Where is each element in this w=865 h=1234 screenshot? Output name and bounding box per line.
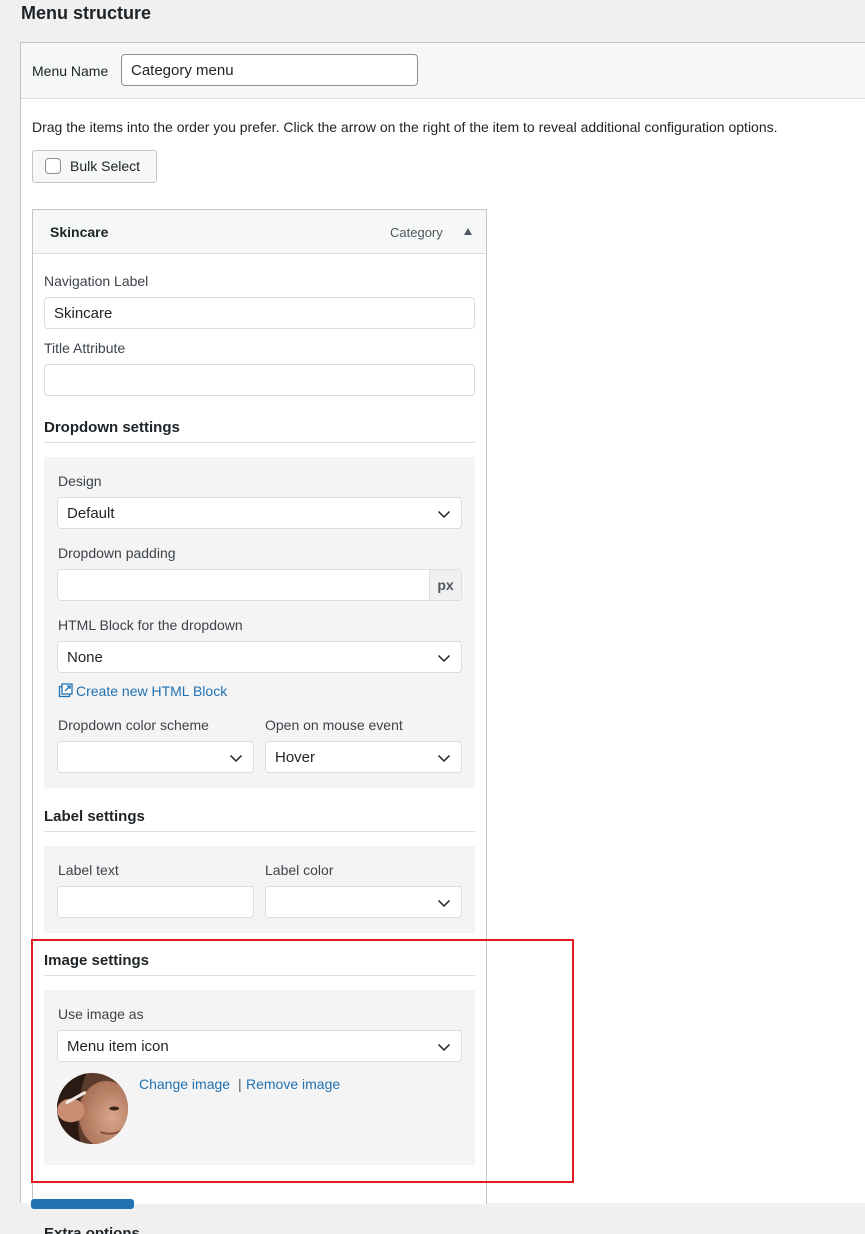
label-settings-panel: Label text Label color [44,846,475,933]
use-image-as-label: Use image as [58,1006,144,1022]
label-color-label: Label color [265,862,334,878]
link-separator: | [238,1076,242,1092]
label-settings-heading: Label settings [44,808,475,832]
menu-name-input[interactable] [121,54,418,86]
label-text-input[interactable] [57,886,254,918]
extra-options-heading: Extra options [44,1225,140,1234]
use-image-as-select[interactable]: Menu item icon [57,1030,462,1062]
chevron-down-icon [437,510,451,519]
dropdown-settings-heading: Dropdown settings [44,419,475,443]
title-attribute-label: Title Attribute [44,340,126,356]
save-menu-button[interactable] [31,1199,134,1209]
collapse-arrow-icon[interactable] [464,228,472,235]
menu-panel: Menu Name Drag the items into the order … [20,42,865,1234]
menu-item-header[interactable]: Skincare Category [33,210,486,254]
label-text-label: Label text [58,862,119,878]
bulk-select-button[interactable]: Bulk Select [32,150,157,183]
chevron-down-icon [437,754,451,763]
mouse-event-select-value: Hover [275,749,316,766]
design-select-value: Default [67,505,115,522]
mouse-event-label: Open on mouse event [265,717,403,733]
change-image-link[interactable]: Change image [139,1076,230,1092]
dropdown-settings-panel: Design Default Dropdown padding px HTML … [44,457,475,788]
px-unit-addon: px [429,570,461,600]
html-block-select[interactable]: None [57,641,462,673]
external-link-icon[interactable] [58,683,73,698]
title-attribute-input[interactable] [44,364,475,396]
image-settings-heading: Image settings [44,952,475,976]
navigation-label-input[interactable] [44,297,475,329]
navigation-label-label: Navigation Label [44,273,149,289]
bulk-select-label: Bulk Select [70,158,141,174]
use-image-as-select-value: Menu item icon [67,1038,169,1055]
dropdown-padding-label: Dropdown padding [58,545,176,561]
mouse-event-select[interactable]: Hover [265,741,462,773]
menu-item-title: Skincare [50,224,109,240]
color-scheme-label: Dropdown color scheme [58,717,209,733]
create-html-block-link[interactable]: Create new HTML Block [76,683,227,699]
label-color-select[interactable] [265,886,462,918]
design-label: Design [58,473,102,489]
html-block-label: HTML Block for the dropdown [58,617,243,633]
bulk-select-checkbox[interactable] [45,158,61,174]
menu-name-label: Menu Name [32,63,109,79]
page-title: Menu structure [21,3,152,23]
remove-image-link[interactable]: Remove image [246,1076,340,1092]
chevron-down-icon [437,654,451,663]
chevron-down-icon [437,1043,451,1052]
chevron-down-icon [437,899,451,908]
html-block-select-value: None [67,649,103,666]
chevron-down-icon [229,754,243,763]
menu-item-image-thumbnail [57,1073,128,1144]
instructions-text: Drag the items into the order you prefer… [32,119,778,135]
dropdown-padding-input[interactable]: px [57,569,462,601]
design-select[interactable]: Default [57,497,462,529]
menu-name-bar: Menu Name [21,43,865,99]
color-scheme-select[interactable] [57,741,254,773]
menu-item-skincare: Skincare Category Navigation Label Title… [32,209,487,1234]
menu-item-type: Category [390,225,443,240]
